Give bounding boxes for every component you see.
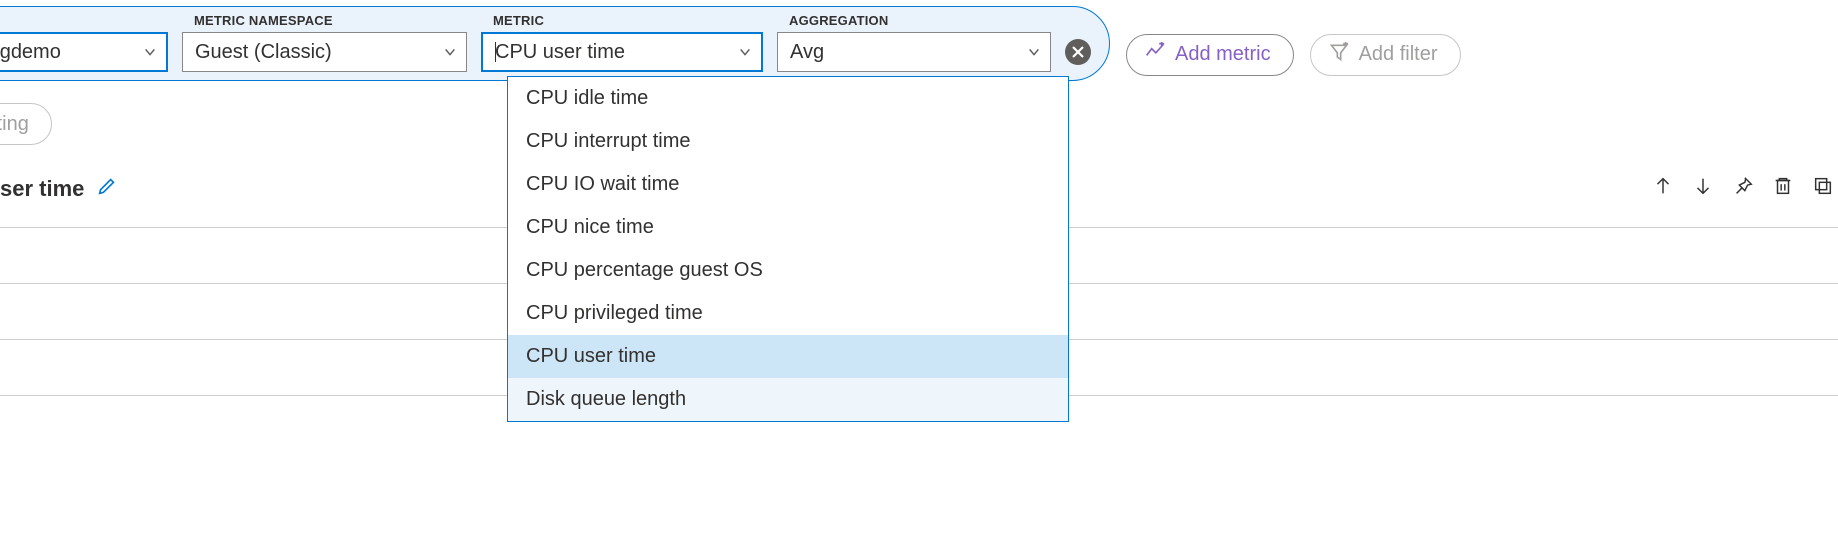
chevron-down-icon bbox=[737, 44, 753, 60]
chevron-down-icon bbox=[142, 44, 158, 60]
duplicate-button[interactable] bbox=[1812, 175, 1834, 203]
add-filter-icon bbox=[1329, 42, 1349, 68]
chart-actions bbox=[1652, 175, 1838, 203]
metric-selector-pill: E diagdemo METRIC NAMESPACE Guest (Class… bbox=[0, 6, 1110, 81]
move-up-button[interactable] bbox=[1652, 175, 1674, 203]
namespace-dropdown[interactable]: Guest (Classic) bbox=[182, 32, 467, 72]
metric-option[interactable]: CPU privileged time bbox=[508, 292, 1068, 335]
move-down-button[interactable] bbox=[1692, 175, 1714, 203]
namespace-label: METRIC NAMESPACE bbox=[182, 13, 467, 28]
metric-option[interactable]: CPU nice time bbox=[508, 206, 1068, 249]
remove-metric-button[interactable] bbox=[1065, 39, 1091, 65]
scope-field: E diagdemo bbox=[0, 13, 168, 72]
metric-field: METRIC CPU user time bbox=[481, 13, 763, 72]
edit-title-button[interactable] bbox=[96, 175, 118, 203]
scope-dropdown[interactable]: diagdemo bbox=[0, 32, 168, 72]
metric-option[interactable]: Disk queue length bbox=[508, 378, 1068, 421]
aggregation-label: AGGREGATION bbox=[777, 13, 1051, 28]
splitting-label: plitting bbox=[0, 113, 29, 136]
apply-splitting-button[interactable]: plitting bbox=[0, 103, 52, 145]
add-metric-button[interactable]: Add metric bbox=[1126, 34, 1294, 76]
pin-button[interactable] bbox=[1732, 175, 1754, 203]
add-filter-button[interactable]: Add filter bbox=[1310, 34, 1461, 76]
metric-dropdown-list[interactable]: CPU idle timeCPU interrupt timeCPU IO wa… bbox=[507, 76, 1069, 422]
metric-option[interactable]: CPU interrupt time bbox=[508, 120, 1068, 163]
metric-option[interactable]: CPU idle time bbox=[508, 77, 1068, 120]
chart-title: ser time bbox=[0, 176, 84, 202]
metric-option[interactable]: CPU IO wait time bbox=[508, 163, 1068, 206]
add-metric-icon bbox=[1145, 42, 1165, 68]
metric-value: CPU user time bbox=[495, 41, 625, 64]
delete-button[interactable] bbox=[1772, 175, 1794, 203]
namespace-field: METRIC NAMESPACE Guest (Classic) bbox=[182, 13, 467, 72]
metric-label: METRIC bbox=[481, 13, 763, 28]
metric-option[interactable]: CPU percentage guest OS bbox=[508, 249, 1068, 292]
chevron-down-icon bbox=[1026, 44, 1042, 60]
aggregation-value: Avg bbox=[790, 41, 824, 64]
scope-value: diagdemo bbox=[0, 41, 61, 64]
metric-dropdown[interactable]: CPU user time bbox=[481, 32, 763, 72]
metric-option[interactable]: CPU user time bbox=[508, 335, 1068, 378]
scope-label: E bbox=[0, 13, 168, 28]
aggregation-field: AGGREGATION Avg bbox=[777, 13, 1051, 72]
chevron-down-icon bbox=[442, 44, 458, 60]
aggregation-dropdown[interactable]: Avg bbox=[777, 32, 1051, 72]
namespace-value: Guest (Classic) bbox=[195, 41, 332, 64]
add-filter-label: Add filter bbox=[1359, 43, 1438, 66]
add-metric-label: Add metric bbox=[1175, 43, 1271, 66]
